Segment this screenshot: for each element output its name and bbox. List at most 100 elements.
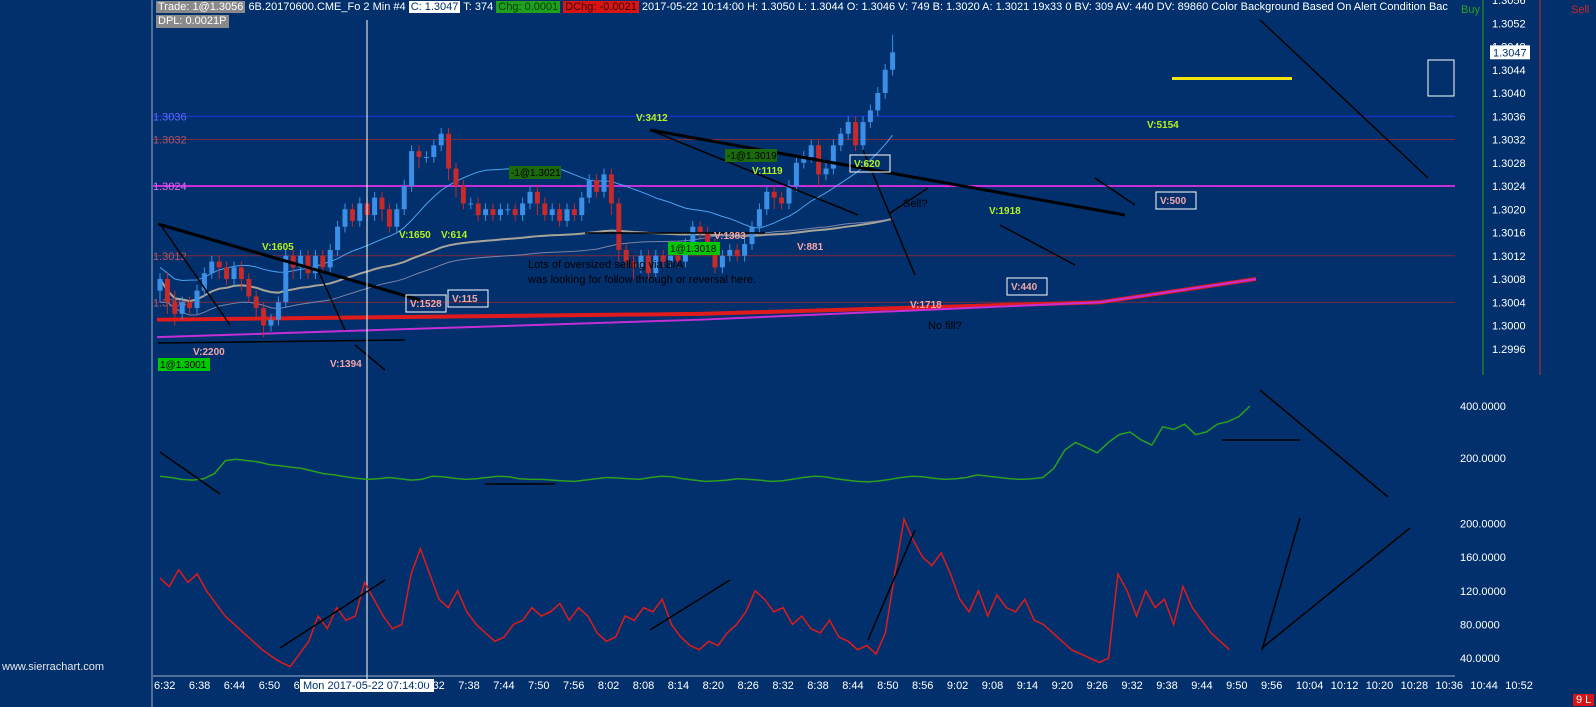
candle-body-11 [238,267,244,279]
drawn-line-8 [157,339,406,344]
x-tick-label-6: 7:32 [423,680,444,692]
candle-body-25 [342,209,348,227]
candle-body-79 [742,244,748,256]
candle-body-99 [890,52,896,70]
candle-body-83 [771,191,777,198]
candle-body-49 [520,203,526,216]
drawn-line-5 [1259,19,1429,179]
candle-body-56 [571,209,577,216]
candle-body-91 [830,145,836,169]
candle-body-90 [823,168,829,175]
candle-body-51 [534,191,540,204]
x-tick-label-13: 8:14 [668,680,689,692]
indicator2-tick-1: 160.0000 [1460,552,1506,564]
candle-body-50 [527,191,533,204]
x-tick-label-37: 10:52 [1505,680,1533,692]
level-label-0: 1.3036 [153,111,187,123]
note-text-1: was looking for follow through or revers… [527,274,756,286]
volume-annotation-8: V:2200 [193,347,225,358]
candle-body-22 [320,255,326,268]
candle-body-4 [187,302,193,309]
candle-body-16 [275,302,281,320]
change-label: Chg: 0.0001 [496,1,561,13]
candle-body-57 [579,197,585,216]
dchange-label: DChg: -0.0021 [563,1,639,13]
candle-body-96 [867,110,873,123]
interval-label: 2 Min [363,1,391,13]
indicator2-line [159,516,1231,668]
bar-details: 2017-05-22 10:14:00 H: 1.3050 L: 1.3044 … [641,1,1448,13]
candle-body-45 [490,209,496,216]
x-tick-label-33: 10:20 [1366,680,1394,692]
candle-body-46 [497,209,503,216]
candle-body-39 [446,133,452,169]
candle-body-61 [608,174,614,204]
candle-body-3 [179,302,185,314]
volume-annotation-4: V:1119 [752,166,783,177]
candle-body-59 [594,180,600,192]
candle-body-35 [416,151,422,157]
candle-body-97 [875,93,881,111]
x-tick-label-12: 8:08 [633,680,654,692]
candle-body-27 [357,203,363,221]
candle-body-54 [557,209,563,221]
level-label-2: 1.3024 [153,181,187,193]
x-tick-label-25: 9:26 [1087,680,1108,692]
x-tick-label-18: 8:44 [842,680,863,692]
candle-body-44 [483,209,489,216]
price-tick-label-6: 1.3032 [1492,135,1526,147]
candle-body-2 [172,302,178,314]
x-tick-label-16: 8:32 [772,680,793,692]
price-tick-label-10: 1.3016 [1492,228,1526,240]
order-label-0: 1@1.3001 [160,360,207,371]
x-tick-label-19: 8:50 [877,680,898,692]
candle-body-5 [194,290,200,309]
volume-annotation-14: V:115 [452,294,478,305]
indicator1-tick-1: 200.0000 [1460,453,1506,465]
x-tick-label-5: Mon 2017-05-22 07:14:00 [303,680,430,692]
x-tick-label-28: 9:44 [1191,680,1212,692]
candle-body-52 [542,203,548,216]
candle-body-93 [845,122,851,134]
candle-body-42 [468,203,474,205]
x-tick-label-14: 8:20 [703,680,724,692]
x-tick-label-21: 9:02 [947,680,968,692]
drawn-line-4 [1094,177,1136,206]
symbol-label: 6B.20170600.CME_Fo [248,1,361,13]
indicator-drawn-line-4 [1261,517,1301,651]
chart-header: Trade: 1@1.3056 6B.20170600.CME_Fo 2 Min… [156,1,1448,14]
x-tick-label-11: 8:02 [598,680,619,692]
candle-body-0 [157,279,163,291]
candle-body-1 [164,279,170,303]
buy-label[interactable]: Buy [1461,4,1480,16]
volume-annotation-15: V:440 [1011,282,1038,293]
x-tick-label-15: 8:26 [738,680,759,692]
candle-body-53 [549,209,555,216]
candle-body-24 [335,226,341,250]
candle-body-82 [764,191,770,210]
volume-annotation-12: V:1718 [910,300,942,311]
candle-body-30 [379,197,385,210]
corner-indicator: 9 L [1573,694,1595,706]
indicator2-tick-0: 200.0000 [1460,518,1506,530]
current-price-label: 1.3047 [1493,47,1527,59]
candle-body-7 [209,261,215,274]
x-tick-label-17: 8:38 [807,680,828,692]
x-tick-label-31: 10:04 [1296,680,1324,692]
candle-body-26 [349,209,355,221]
candle-body-12 [246,279,252,297]
candle-body-72 [690,226,696,245]
volume-annotation-9: V:1394 [330,359,362,370]
candle-body-13 [253,296,259,309]
x-tick-label-26: 9:32 [1121,680,1142,692]
candle-body-37 [431,145,437,157]
candle-body-29 [372,197,378,216]
volume-annotation-6: V:1918 [989,206,1021,217]
trade-label: Trade: 1@1.3056 [156,1,246,13]
sell-label[interactable]: Sell [1571,4,1589,16]
candle-body-62 [616,203,622,250]
x-tick-label-8: 7:44 [493,680,514,692]
x-tick-label-20: 8:56 [912,680,933,692]
candle-body-78 [734,249,740,256]
x-tick-label-22: 9:08 [982,680,1003,692]
